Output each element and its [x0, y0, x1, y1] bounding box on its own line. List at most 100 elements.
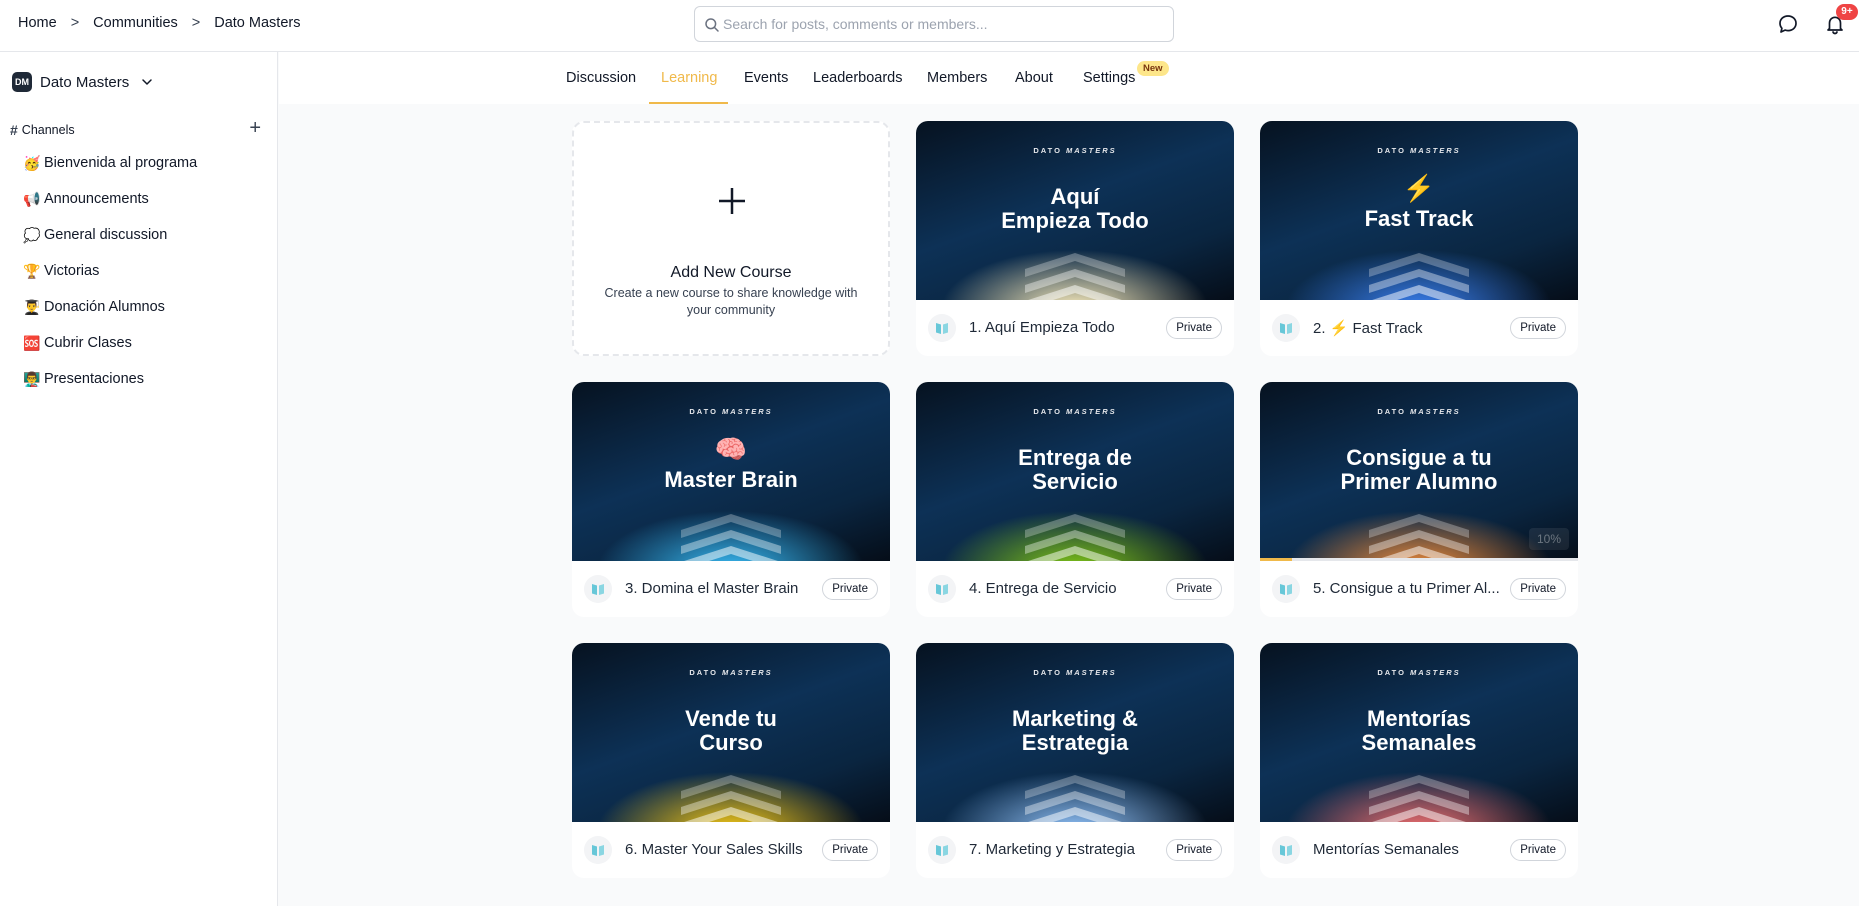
course-cover: DATO MASTERS Consigue a tu Primer Alumno 10… — [1260, 382, 1578, 561]
channel-item[interactable]: 👨‍🏫 Presentaciones — [22, 365, 262, 393]
brand-prefix: DATO — [689, 407, 722, 416]
add-channel-icon[interactable]: + — [249, 118, 261, 138]
course-card[interactable]: DATO MASTERS Marketing & Estrategia 7. Mark… — [916, 643, 1234, 878]
course-footer: 3. Domina el Master Brain Private — [572, 561, 890, 617]
course-card[interactable]: DATO MASTERS ⚡ Fast Track 2. ⚡ Fast Track Pr… — [1260, 121, 1578, 356]
private-badge: Private — [1510, 839, 1566, 861]
channel-emoji: 👨‍🎓 — [23, 298, 41, 315]
cover-title-line: Consigue a tu — [1346, 445, 1492, 470]
course-card[interactable]: DATO MASTERS Vende tu Curso 6. Master Your … — [572, 643, 890, 878]
cover-title: Master Brain — [582, 468, 880, 492]
brand-mark: DATO MASTERS — [572, 668, 890, 677]
channels-header: # Channels + — [10, 118, 265, 140]
cover-title-line: Empieza Todo — [1001, 208, 1149, 233]
private-badge: Private — [1166, 317, 1222, 339]
breadcrumb: Home > Communities > Dato Masters — [18, 15, 300, 31]
community-name: Dato Masters — [40, 73, 130, 91]
private-badge: Private — [822, 578, 878, 600]
course-name[interactable]: 5. Consigue a tu Primer Al... — [1313, 580, 1503, 597]
cover-title: Entrega de Servicio — [926, 446, 1224, 494]
search-input[interactable] — [721, 7, 1161, 41]
channel-label: Cubrir Clases — [44, 335, 132, 351]
cover-emoji: ⚡ — [1402, 173, 1436, 203]
breadcrumb-communities[interactable]: Communities — [93, 15, 178, 31]
course-name[interactable]: 4. Entrega de Servicio — [969, 580, 1159, 597]
course-name[interactable]: 6. Master Your Sales Skills — [625, 841, 815, 858]
channel-item[interactable]: 🏆 Victorias — [22, 257, 262, 285]
channel-emoji: 👨‍🏫 — [23, 370, 41, 387]
community-logo: DM — [12, 72, 32, 92]
tab-discussion[interactable]: Discussion — [566, 70, 636, 86]
brand-suffix: MASTERS — [1409, 668, 1461, 677]
cover-title-line: Estrategia — [1021, 730, 1129, 755]
course-footer: 4. Entrega de Servicio Private — [916, 561, 1234, 617]
cover-title-line: Curso — [699, 730, 763, 755]
book-icon — [928, 314, 956, 342]
course-card[interactable]: DATO MASTERS Consigue a tu Primer Alumno 10… — [1260, 382, 1578, 617]
course-name[interactable]: 7. Marketing y Estrategia — [969, 841, 1159, 858]
community-tabs: Discussion Learning Events Leaderboards … — [279, 52, 1859, 104]
course-cover: DATO MASTERS ⚡ Fast Track — [1260, 121, 1578, 300]
brand-suffix: MASTERS — [1065, 407, 1117, 416]
chevron-down-icon — [142, 79, 152, 85]
course-name[interactable]: 1. Aquí Empieza Todo — [969, 319, 1159, 336]
search-box[interactable] — [694, 6, 1174, 42]
sidebar: DM Dato Masters # Channels + 🥳 Bienvenid… — [0, 52, 278, 906]
breadcrumb-separator: > — [70, 15, 80, 31]
course-card[interactable]: DATO MASTERS 🧠 Master Brain 3. Domina el Ma… — [572, 382, 890, 617]
cover-title: Marketing & Estrategia — [926, 707, 1224, 755]
course-card[interactable]: DATO MASTERS Entrega de Servicio 4. Entrega… — [916, 382, 1234, 617]
brand-mark: DATO MASTERS — [916, 668, 1234, 677]
course-footer: 5. Consigue a tu Primer Al... Private — [1260, 561, 1578, 617]
channel-item[interactable]: 💭 General discussion — [22, 221, 262, 249]
course-cover: DATO MASTERS Vende tu Curso — [572, 643, 890, 822]
breadcrumb-home[interactable]: Home — [18, 15, 57, 31]
course-cover: DATO MASTERS Aquí Empieza Todo — [916, 121, 1234, 300]
channel-emoji: 💭 — [23, 226, 41, 243]
channel-label: Victorias — [44, 263, 100, 279]
private-badge: Private — [1510, 578, 1566, 600]
channel-item[interactable]: 🆘 Cubrir Clases — [22, 329, 262, 357]
add-course-title: Add New Course — [670, 264, 792, 281]
cover-emoji: 🧠 — [714, 434, 748, 464]
breadcrumb-current: Dato Masters — [214, 15, 301, 31]
channel-item[interactable]: 👨‍🎓 Donación Alumnos — [22, 293, 262, 321]
private-badge: Private — [1166, 839, 1222, 861]
tab-about[interactable]: About — [1015, 70, 1053, 86]
add-course-card[interactable]: Add New Course Create a new course to sh… — [572, 121, 890, 356]
brand-mark: DATO MASTERS — [572, 407, 890, 416]
channel-label: Donación Alumnos — [44, 299, 165, 315]
brand-suffix: MASTERS — [1409, 146, 1461, 155]
brand-mark: DATO MASTERS — [1260, 146, 1578, 155]
tab-events[interactable]: Events — [744, 70, 788, 86]
brand-suffix: MASTERS — [721, 407, 773, 416]
course-footer: 2. ⚡ Fast Track Private — [1260, 300, 1578, 356]
cover-title: Vende tu Curso — [582, 707, 880, 755]
hash-icon: # — [10, 122, 18, 138]
channel-item[interactable]: 🥳 Bienvenida al programa — [22, 149, 262, 177]
course-cover: DATO MASTERS Marketing & Estrategia — [916, 643, 1234, 822]
chevron-stack-graphic — [1369, 253, 1469, 300]
course-card[interactable]: DATO MASTERS Aquí Empieza Todo 1. Aquí Empi… — [916, 121, 1234, 356]
cover-title: Consigue a tu Primer Alumno — [1270, 446, 1568, 494]
community-switcher[interactable]: DM Dato Masters — [12, 70, 153, 94]
channels-label: Channels — [21, 123, 75, 137]
brand-suffix: MASTERS — [721, 668, 773, 677]
tab-members[interactable]: Members — [927, 70, 987, 86]
tab-settings[interactable]: Settings — [1083, 70, 1135, 86]
book-icon — [928, 836, 956, 864]
course-name[interactable]: Mentorías Semanales — [1313, 841, 1503, 858]
plus-icon — [719, 188, 745, 214]
course-footer: 7. Marketing y Estrategia Private — [916, 822, 1234, 878]
course-name[interactable]: 2. ⚡ Fast Track — [1313, 319, 1503, 337]
course-footer: Mentorías Semanales Private — [1260, 822, 1578, 878]
chevron-stack-graphic — [1369, 775, 1469, 822]
channel-item[interactable]: 📢 Announcements — [22, 185, 262, 213]
chat-icon[interactable] — [1777, 13, 1799, 35]
tab-leaderboards[interactable]: Leaderboards — [813, 70, 903, 86]
tab-learning[interactable]: Learning — [661, 70, 717, 86]
brand-prefix: DATO — [1033, 146, 1066, 155]
course-name[interactable]: 3. Domina el Master Brain — [625, 580, 815, 597]
course-card[interactable]: DATO MASTERS Mentorías Semanales Mentorías … — [1260, 643, 1578, 878]
cover-title-line: Aquí — [1050, 184, 1100, 209]
